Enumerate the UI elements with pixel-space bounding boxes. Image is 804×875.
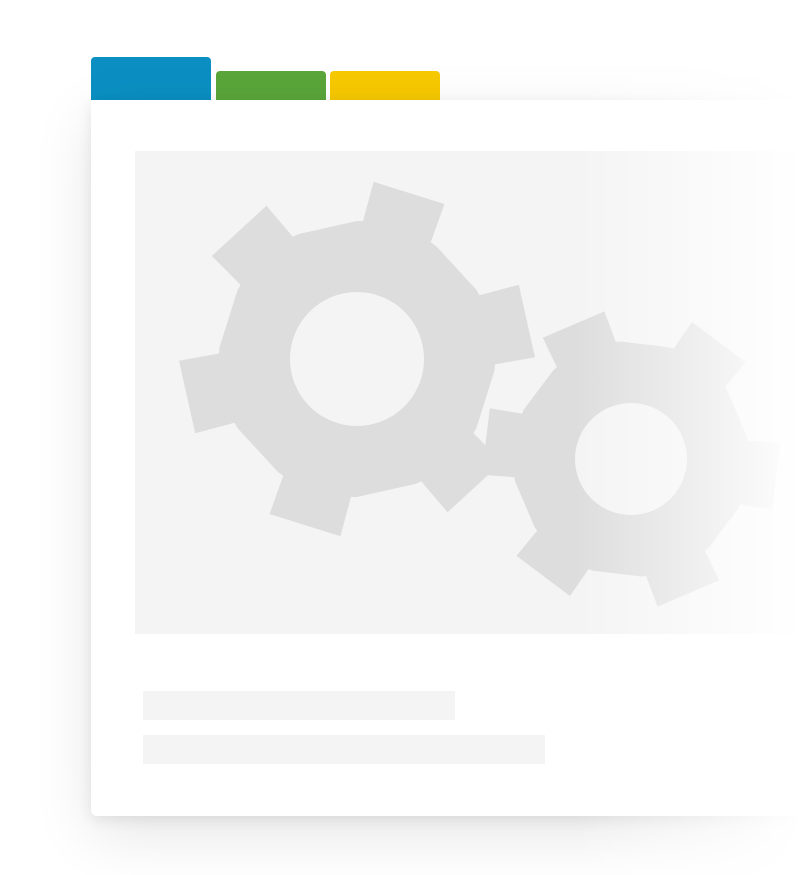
tab-yellow[interactable] — [330, 71, 440, 102]
gears-icon — [179, 181, 781, 607]
image-placeholder — [135, 151, 804, 634]
gear-hole — [575, 403, 687, 515]
text-placeholder-line-2 — [143, 735, 545, 764]
gear-large-icon — [179, 181, 535, 537]
content-card — [91, 100, 804, 816]
gear-hole — [290, 292, 424, 426]
tab-blue[interactable] — [91, 57, 211, 102]
tab-green[interactable] — [216, 71, 326, 102]
text-placeholder-line-1 — [143, 691, 455, 720]
